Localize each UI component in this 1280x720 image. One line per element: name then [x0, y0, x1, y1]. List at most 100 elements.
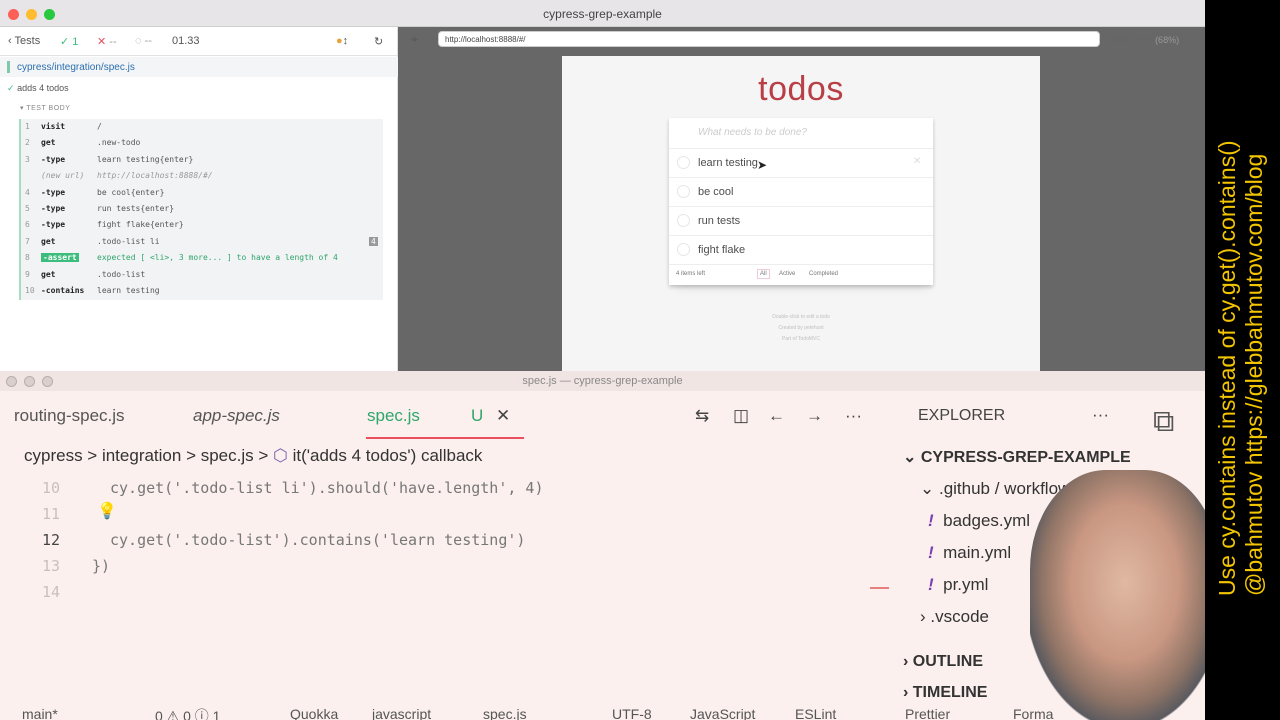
test-title[interactable]: ✓ adds 4 todos — [7, 83, 69, 94]
command-message: run tests{enter} — [97, 204, 175, 213]
file-status[interactable]: spec.js — [483, 708, 527, 720]
todo-item[interactable]: fight flake — [669, 236, 933, 265]
maximize-window-icon[interactable] — [42, 376, 53, 387]
filter-completed[interactable]: Completed — [809, 271, 838, 277]
code-line[interactable]: }) — [92, 557, 110, 575]
cypress-window: cypress-grep-example ‹ Tests ✓ 1 ✕ -- ◌ … — [0, 0, 1205, 371]
new-todo-input[interactable]: What needs to be done? — [669, 118, 933, 149]
pending-count: ◌ -- — [135, 35, 152, 47]
minimize-window-icon[interactable] — [24, 376, 35, 387]
more-actions-icon[interactable]: ··· — [845, 406, 862, 426]
tab-spec[interactable]: spec.js — [367, 406, 420, 426]
breadcrumb-item[interactable]: it('adds 4 todos') callback — [293, 446, 483, 465]
copy-icon[interactable]: ⧉ — [1153, 405, 1174, 439]
todo-item[interactable]: be cool — [669, 178, 933, 207]
lightbulb-icon[interactable]: 💡 — [97, 501, 117, 520]
prettier-status[interactable]: Prettier — [905, 708, 950, 720]
command-row[interactable]: 10 -contains learn testing — [21, 283, 385, 299]
breadcrumb-item[interactable]: spec.js — [201, 446, 254, 465]
command-row[interactable]: 1 visit / — [21, 119, 385, 135]
selector-playground-icon[interactable]: ⌖ — [411, 32, 418, 47]
eslint-status[interactable]: ESLint — [795, 708, 836, 720]
editor-tabs: routing-spec.js app-spec.js spec.js U ✕ … — [0, 391, 890, 439]
command-log: 1 visit / 2 get .new-todo 3 -type learn testing{… — [19, 119, 383, 300]
file-item[interactable]: ! main.yml — [928, 543, 1011, 563]
line-number: 14 — [41, 583, 60, 601]
problems-status[interactable]: 0 ⚠ 0 ⓘ 1 — [155, 708, 220, 720]
command-name: (new url) — [41, 171, 85, 181]
close-tab-icon[interactable]: ✕ — [496, 406, 510, 426]
window-title: cypress-grep-example — [543, 7, 662, 21]
command-message: / — [97, 122, 102, 131]
delete-icon[interactable]: ✕ — [913, 156, 921, 167]
encoding-status[interactable]: UTF-8 — [612, 708, 652, 720]
minimize-window-icon[interactable] — [26, 9, 37, 20]
command-name: visit — [41, 122, 66, 131]
vscode-window: spec.js — cypress-grep-example routing-s… — [0, 371, 1205, 720]
breadcrumb-item[interactable]: integration — [102, 446, 181, 465]
command-number: 3 — [25, 154, 30, 164]
todo-card: What needs to be done? learn testing ✕ ➤ b… — [669, 118, 933, 285]
go-forward-icon[interactable]: → — [806, 406, 823, 426]
command-message: be cool{enter} — [97, 187, 165, 197]
maximize-window-icon[interactable] — [44, 9, 55, 20]
breadcrumb-item[interactable]: cypress — [24, 446, 83, 465]
command-message: .todo-list — [97, 269, 146, 279]
command-number: 1 — [25, 122, 30, 131]
todo-checkbox[interactable] — [677, 185, 690, 198]
test-body-label: ▾ TEST BODY — [20, 105, 71, 112]
command-number: 4 — [25, 187, 30, 197]
mode-status[interactable]: JavaScript — [690, 708, 755, 720]
todo-checkbox[interactable] — [677, 243, 690, 256]
reload-icon[interactable]: ↻ — [374, 35, 383, 48]
todo-footer: 4 items left All Active Completed — [669, 264, 933, 285]
command-row[interactable]: 6 -type fight flake{enter} — [21, 217, 385, 233]
auto-scroll-icon[interactable]: ●↕ — [336, 35, 348, 47]
command-row[interactable]: 8 -assert expected [ <li>, 3 more... ] to … — [21, 250, 385, 266]
command-row[interactable]: 9 get .todo-list — [21, 267, 385, 283]
outline-section[interactable]: › OUTLINE — [903, 653, 983, 671]
language-status[interactable]: javascript — [372, 708, 431, 720]
close-window-icon[interactable] — [6, 376, 17, 387]
tab-routing-spec[interactable]: routing-spec.js — [14, 406, 125, 426]
code-line[interactable]: cy.get('.todo-list').contains('learn tes… — [110, 531, 525, 549]
spec-path[interactable]: cypress/integration/spec.js — [0, 57, 398, 77]
command-row[interactable]: 7 get .todo-list li 4 — [21, 234, 385, 250]
explorer-more-icon[interactable]: ··· — [1092, 405, 1109, 425]
file-item[interactable]: ! badges.yml — [928, 511, 1030, 531]
command-row[interactable]: 2 get .new-todo — [21, 135, 385, 151]
tests-button[interactable]: ‹ Tests — [8, 35, 40, 47]
filter-active[interactable]: Active — [779, 271, 795, 277]
command-row[interactable]: (new url) http://localhost:8888/#/ — [21, 168, 385, 184]
close-window-icon[interactable] — [8, 9, 19, 20]
code-line[interactable]: cy.get('.todo-list li').should('have.len… — [110, 479, 543, 497]
tab-app-spec[interactable]: app-spec.js — [193, 406, 280, 426]
todo-item[interactable]: run tests — [669, 207, 933, 236]
line-number: 12 — [41, 531, 60, 549]
branch-status[interactable]: main* — [22, 708, 58, 720]
project-folder[interactable]: ⌄ CYPRESS-GREP-EXAMPLE — [903, 447, 1131, 467]
webcam-overlay — [1030, 470, 1220, 720]
passed-count: ✓ 1 — [60, 36, 79, 48]
url-bar[interactable]: http://localhost:8888/#/ — [438, 31, 1100, 47]
quokka-status[interactable]: Quokka — [290, 708, 338, 720]
filter-all[interactable]: All — [757, 269, 770, 279]
timeline-section[interactable]: › TIMELINE — [903, 684, 987, 702]
window-title: spec.js — cypress-grep-example — [522, 375, 683, 387]
go-back-icon[interactable]: ← — [768, 406, 785, 426]
folder-item[interactable]: › .vscode — [920, 607, 989, 627]
command-row[interactable]: 3 -type learn testing{enter} — [21, 152, 385, 168]
command-number: 7 — [25, 236, 30, 246]
command-row[interactable]: 5 -type run tests{enter} — [21, 201, 385, 217]
command-message: http://localhost:8888/#/ — [97, 171, 213, 181]
todo-item[interactable]: learn testing ✕ ➤ — [669, 149, 933, 178]
split-editor-icon[interactable]: ◫ — [733, 406, 749, 426]
todo-checkbox[interactable] — [677, 156, 690, 169]
todo-checkbox[interactable] — [677, 214, 690, 227]
command-row[interactable]: 4 -type be cool{enter} — [21, 185, 385, 201]
code-editor[interactable]: 10 cy.get('.todo-list li').should('have.… — [0, 471, 890, 711]
compare-changes-icon[interactable]: ⇆ — [695, 406, 709, 426]
command-message: .todo-list li — [97, 236, 160, 246]
todo-app: todos What needs to be done? learn testi… — [562, 56, 1040, 371]
file-item[interactable]: ! pr.yml — [928, 575, 988, 595]
